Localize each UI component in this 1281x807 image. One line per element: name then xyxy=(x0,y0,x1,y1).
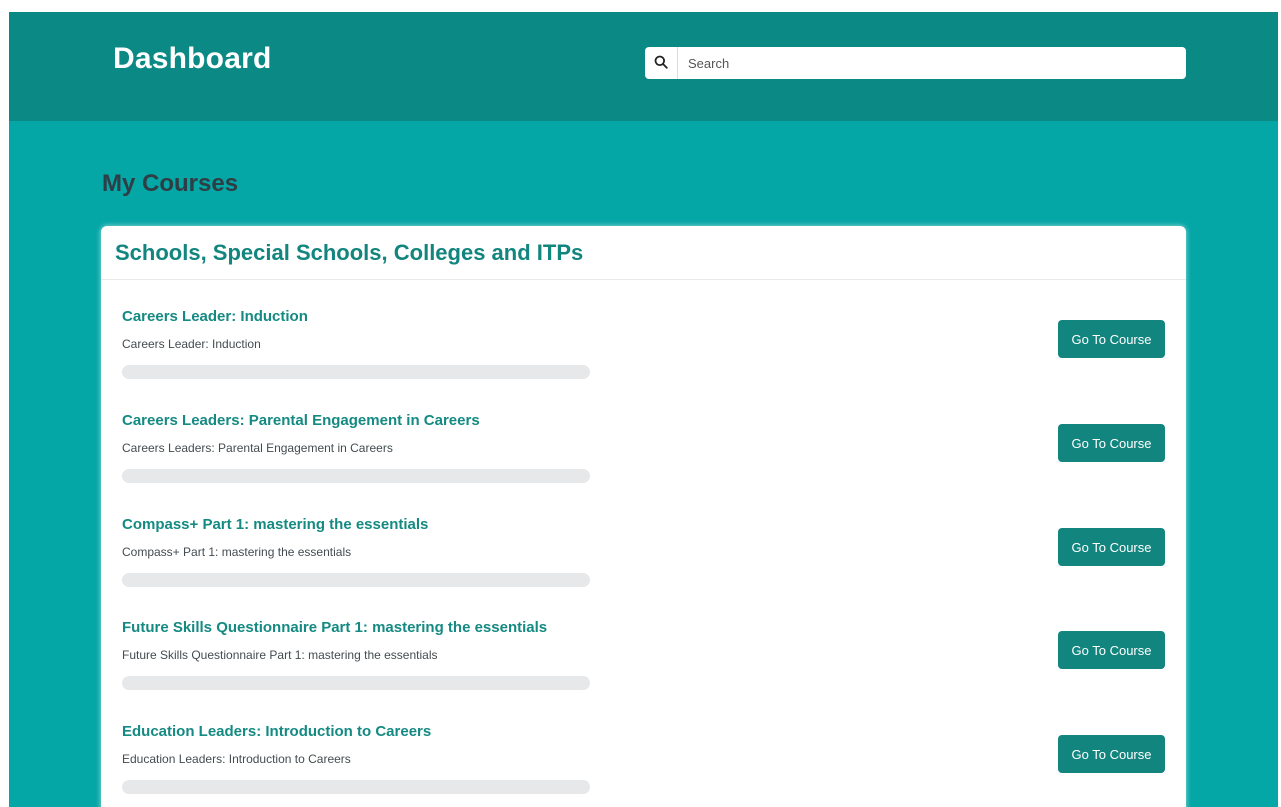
course-description: Careers Leader: Induction xyxy=(122,337,261,351)
go-to-course-button[interactable]: Go To Course xyxy=(1058,735,1165,773)
course-title-link[interactable]: Compass+ Part 1: mastering the essential… xyxy=(122,516,428,533)
go-to-course-button[interactable]: Go To Course xyxy=(1058,631,1165,669)
card-header: Schools, Special Schools, Colleges and I… xyxy=(101,226,1186,280)
course-description: Careers Leaders: Parental Engagement in … xyxy=(122,441,393,455)
course-group-title: Schools, Special Schools, Colleges and I… xyxy=(115,240,584,265)
course-item: Compass+ Part 1: mastering the essential… xyxy=(101,516,1186,620)
course-item: Careers Leaders: Parental Engagement in … xyxy=(101,412,1186,516)
course-description: Future Skills Questionnaire Part 1: mast… xyxy=(122,648,438,662)
course-item: Careers Leader: Induction Careers Leader… xyxy=(101,308,1186,412)
course-progress-bar xyxy=(122,365,590,379)
course-title-link[interactable]: Careers Leaders: Parental Engagement in … xyxy=(122,412,480,429)
course-progress-bar xyxy=(122,573,590,587)
go-to-course-button[interactable]: Go To Course xyxy=(1058,320,1165,358)
course-title-link[interactable]: Education Leaders: Introduction to Caree… xyxy=(122,723,431,740)
go-to-course-button[interactable]: Go To Course xyxy=(1058,424,1165,462)
search-box[interactable] xyxy=(645,47,1186,79)
app-frame: Dashboard My Courses Schools, Special Sc… xyxy=(9,12,1278,807)
go-to-course-button[interactable]: Go To Course xyxy=(1058,528,1165,566)
course-title-link[interactable]: Careers Leader: Induction xyxy=(122,308,308,325)
course-title-link[interactable]: Future Skills Questionnaire Part 1: mast… xyxy=(122,619,547,636)
course-description: Compass+ Part 1: mastering the essential… xyxy=(122,545,352,559)
search-input[interactable] xyxy=(678,47,1178,79)
course-progress-bar xyxy=(122,780,590,794)
top-header: Dashboard xyxy=(9,12,1278,121)
search-icon[interactable] xyxy=(645,47,678,79)
course-progress-bar xyxy=(122,469,590,483)
course-progress-bar xyxy=(122,676,590,690)
page-title: Dashboard xyxy=(113,42,272,75)
course-group-card: Schools, Special Schools, Colleges and I… xyxy=(101,226,1186,807)
course-description: Education Leaders: Introduction to Caree… xyxy=(122,752,351,766)
course-item: Future Skills Questionnaire Part 1: mast… xyxy=(101,619,1186,723)
my-courses-heading: My Courses xyxy=(102,170,239,197)
course-item: Education Leaders: Introduction to Caree… xyxy=(101,723,1186,807)
